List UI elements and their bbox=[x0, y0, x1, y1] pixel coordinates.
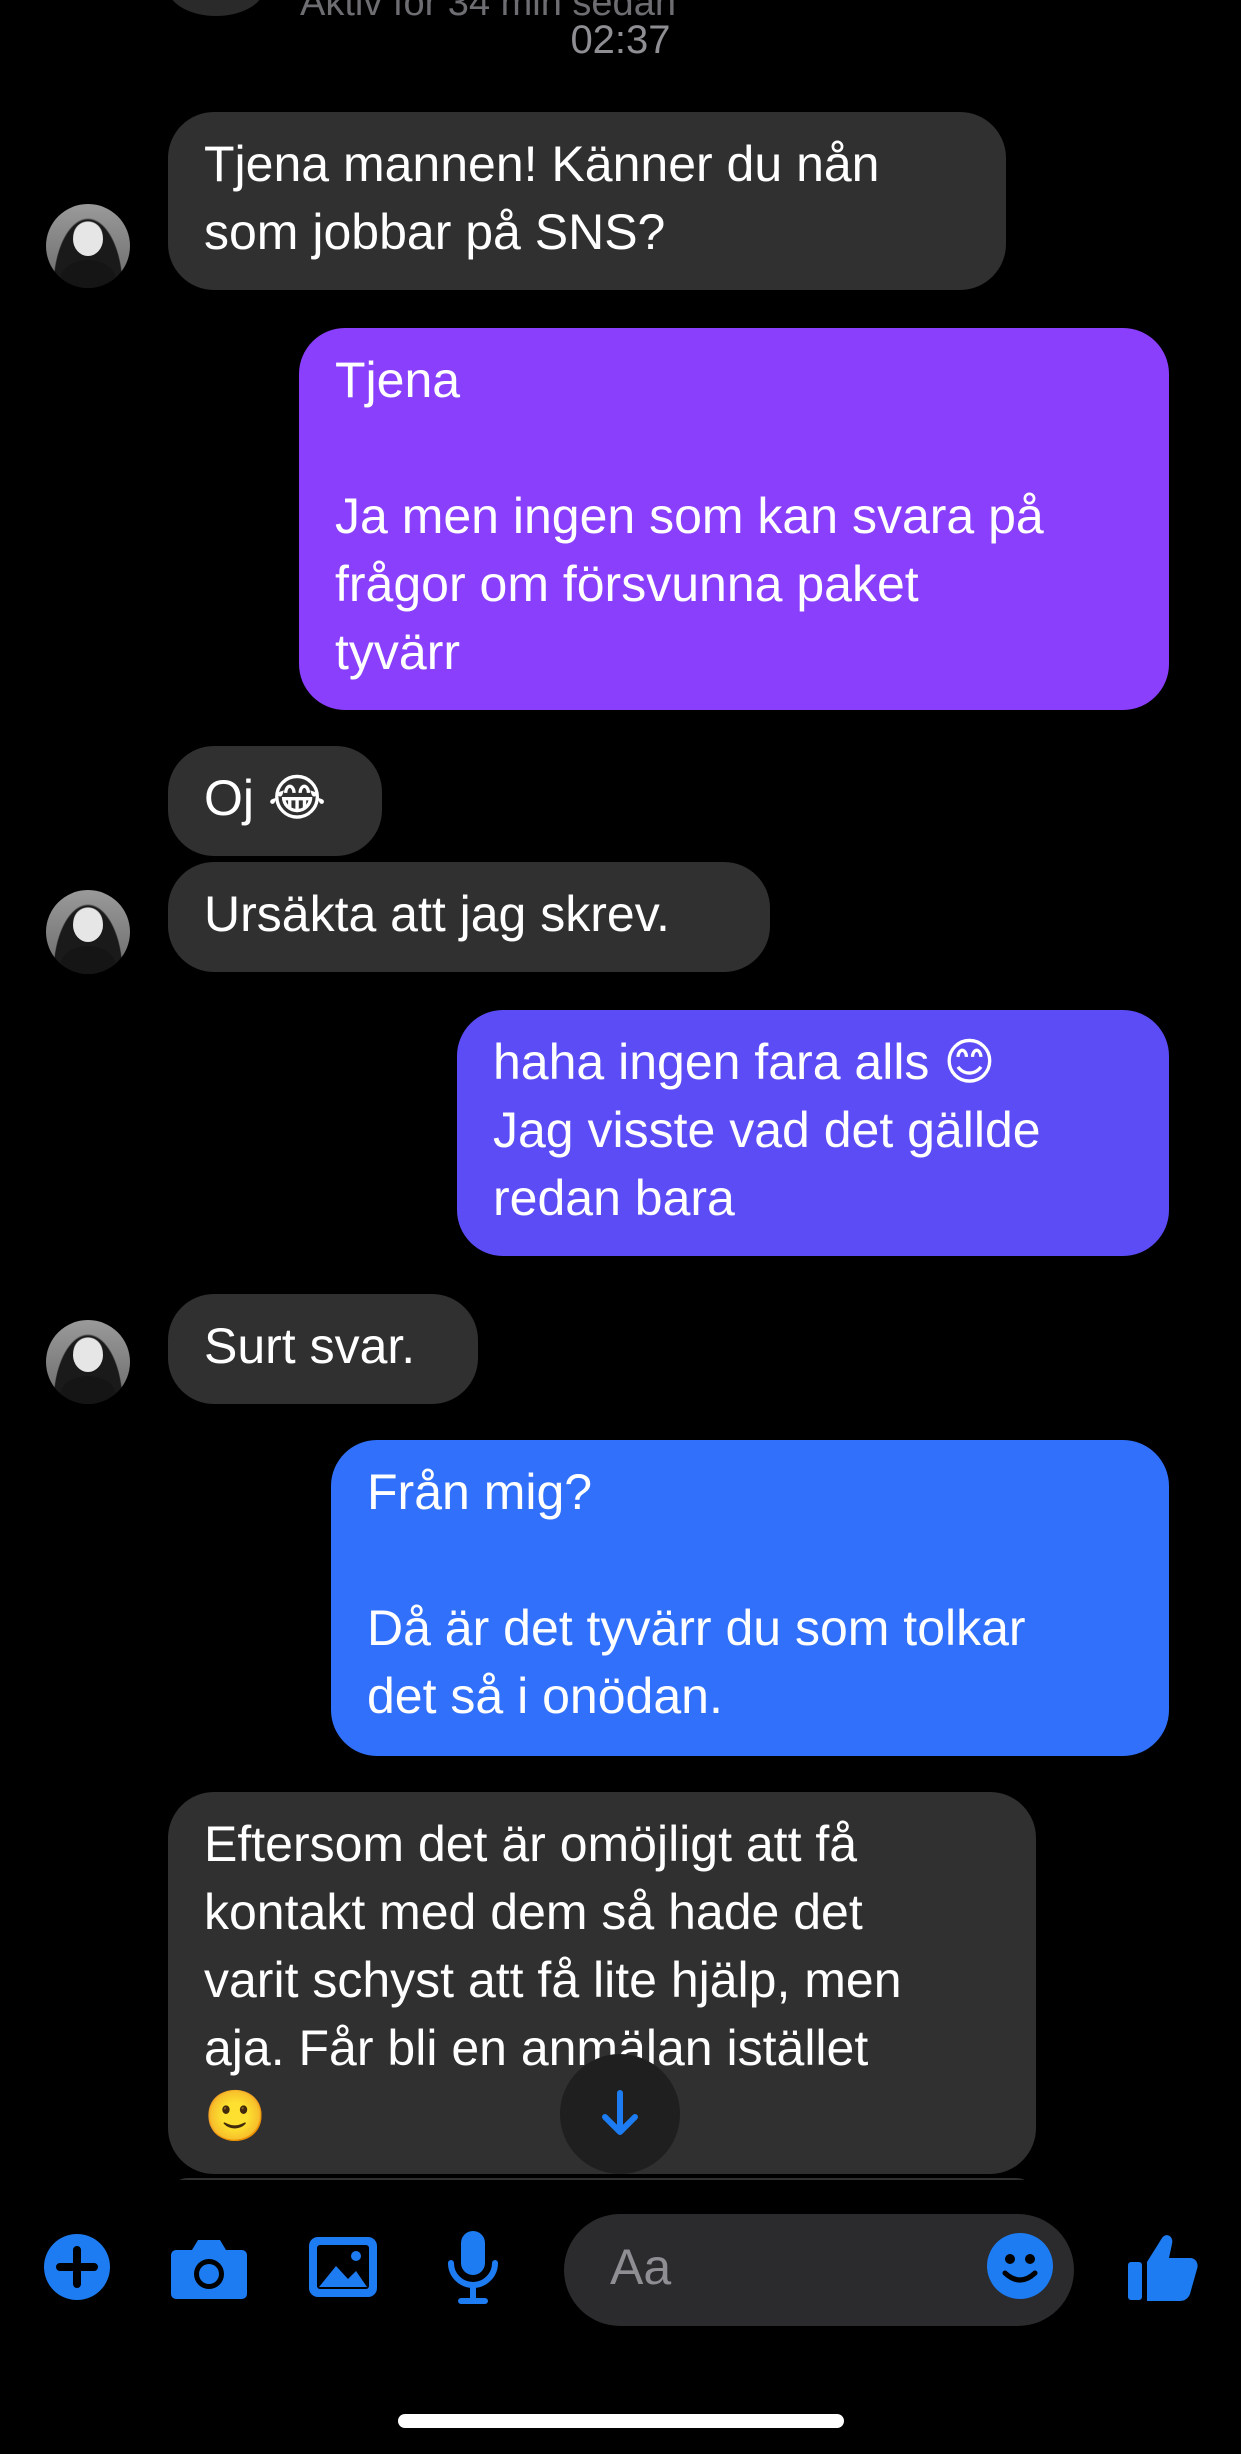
incoming-message[interactable]: Oj 😂 bbox=[168, 746, 382, 856]
gallery-button[interactable] bbox=[302, 2226, 384, 2308]
camera-button[interactable] bbox=[168, 2226, 250, 2308]
camera-icon bbox=[171, 2240, 247, 2299]
header-avatar[interactable] bbox=[168, 0, 264, 16]
plus-icon bbox=[44, 2234, 110, 2300]
message-timestamp: 02:37 bbox=[570, 18, 671, 62]
plus-button[interactable] bbox=[36, 2226, 118, 2308]
avatar[interactable] bbox=[46, 890, 130, 974]
arrow-down-icon bbox=[602, 2090, 638, 2135]
outgoing-message[interactable]: Från mig? Då är det tyvärr du som tolkar… bbox=[331, 1440, 1169, 1756]
outgoing-message[interactable]: Tjena Ja men ingen som kan svara på fråg… bbox=[299, 328, 1169, 710]
avatar[interactable] bbox=[46, 204, 130, 288]
incoming-message[interactable]: Ursäkta att jag skrev. bbox=[168, 862, 770, 972]
conversation-header: Aktiv för 34 min sedan 02:37 bbox=[0, 0, 1241, 70]
image-icon bbox=[309, 2237, 377, 2297]
outgoing-message[interactable]: haha ingen fara alls 😊 Jag visste vad de… bbox=[457, 1010, 1169, 1256]
like-button[interactable] bbox=[1122, 2226, 1204, 2308]
home-indicator bbox=[398, 2414, 844, 2428]
emoji-icon bbox=[987, 2233, 1053, 2299]
voice-button[interactable] bbox=[432, 2226, 514, 2308]
message-input-placeholder: Aa bbox=[610, 2239, 672, 2295]
microphone-icon bbox=[448, 2231, 498, 2304]
emoji-button[interactable] bbox=[980, 2226, 1060, 2306]
thumbs-up-icon bbox=[1128, 2235, 1198, 2301]
incoming-message[interactable]: Tjena mannen! Känner du nån som jobbar p… bbox=[168, 112, 1006, 290]
scroll-to-bottom-button[interactable] bbox=[560, 2054, 680, 2174]
avatar[interactable] bbox=[46, 1320, 130, 1404]
incoming-message[interactable]: Surt svar. bbox=[168, 1294, 478, 1404]
